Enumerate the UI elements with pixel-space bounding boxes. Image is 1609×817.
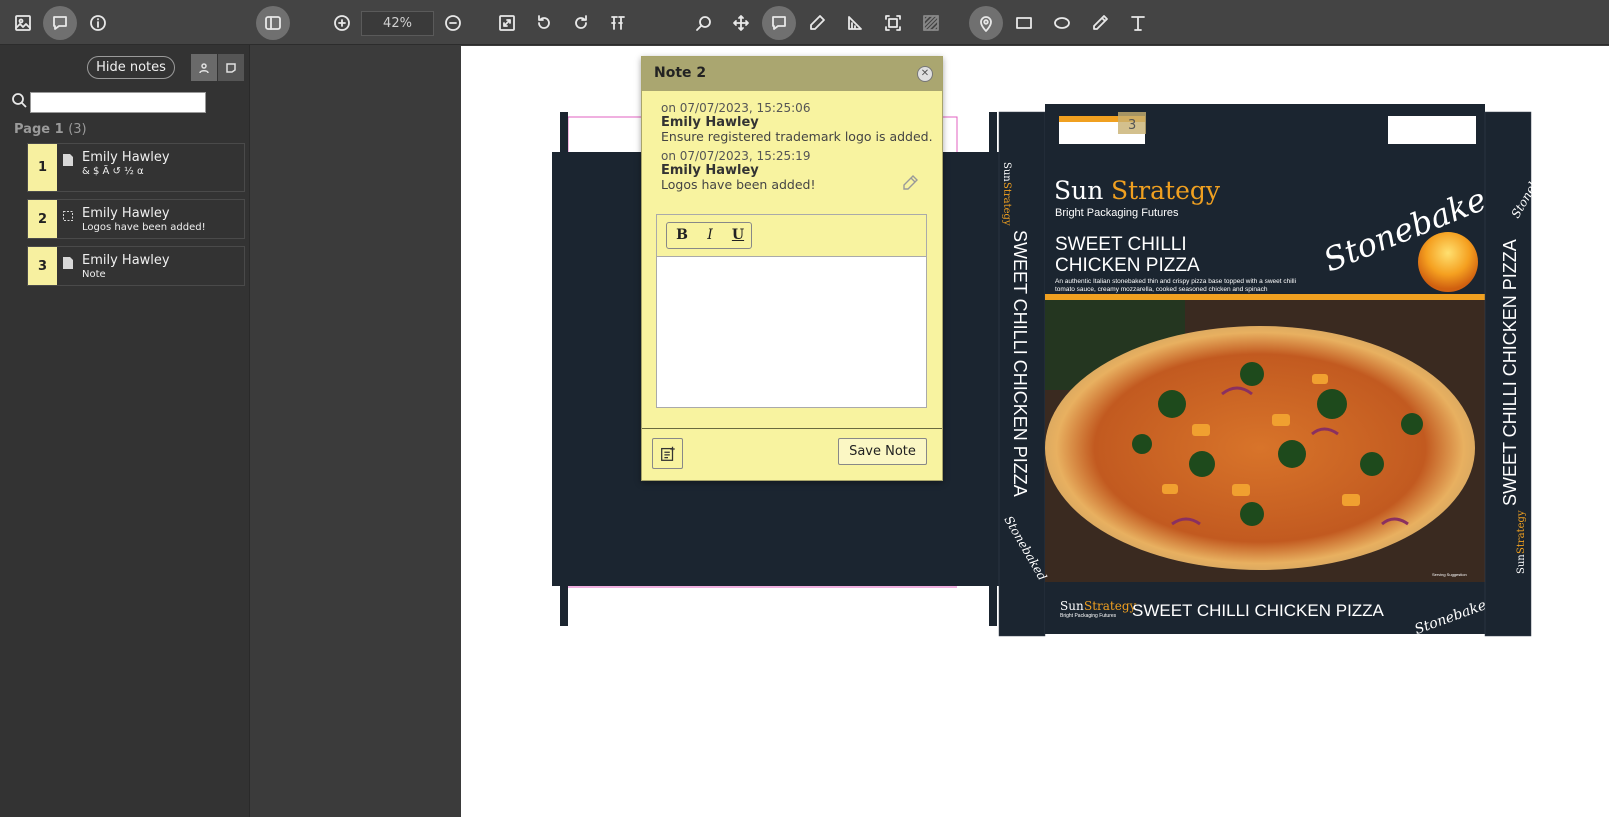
pizza-image <box>1045 326 1475 570</box>
flap-tab <box>560 112 568 152</box>
bottom-product-title: SWEET CHILLI CHICKEN PIZZA <box>1132 601 1385 620</box>
close-icon[interactable]: ✕ <box>917 66 933 82</box>
zoom-out-icon[interactable] <box>436 6 470 40</box>
rectangle-icon[interactable] <box>1007 6 1041 40</box>
info-icon[interactable] <box>81 6 115 40</box>
note-summary: Logos have been added! <box>82 222 206 233</box>
compare-icon[interactable] <box>601 6 635 40</box>
zoom-in-icon[interactable] <box>325 6 359 40</box>
flap-tab <box>560 586 568 626</box>
info-box <box>1388 116 1476 144</box>
page-group-label[interactable]: Page 1 (3) <box>14 122 87 137</box>
main-toolbar: 42% <box>0 0 1609 45</box>
note-list-item-3[interactable]: 3 Emily Hawley Note <box>27 246 245 286</box>
note-marker-number: 3 <box>1128 118 1136 133</box>
page-note-count: (3) <box>68 122 87 137</box>
filter-user-icon[interactable] <box>191 54 217 81</box>
sidebar-search-icon <box>12 93 27 108</box>
product-description-line2: tomato sauce, creamy mozzarella, cooked … <box>1055 286 1268 293</box>
brand-tagline: Bright Packaging Futures <box>1055 207 1179 219</box>
rotate-right-icon[interactable] <box>564 6 598 40</box>
side-left-product-title: SWEET CHILLI CHICKEN PIZZA <box>1010 230 1030 497</box>
product-description-line1: An authentic Italian stonebaked thin and… <box>1055 278 1296 285</box>
note-number: 3 <box>28 247 57 285</box>
orange-stripe <box>1045 294 1485 300</box>
note-summary: Note <box>82 269 106 280</box>
save-note-button[interactable]: Save Note <box>838 438 927 465</box>
sidebar-toggle-icon[interactable] <box>256 6 290 40</box>
note-list-item-2[interactable]: 2 Emily Hawley Logos have been added! <box>27 199 245 239</box>
rotate-left-icon[interactable] <box>527 6 561 40</box>
notes-search-input[interactable] <box>30 92 206 113</box>
note-number: 1 <box>28 144 57 191</box>
pan-icon[interactable] <box>724 6 758 40</box>
note-author: Emily Hawley <box>82 206 170 221</box>
flap-tab <box>989 112 997 152</box>
note-popup: Note 2 ✕ on 07/07/2023, 15:25:06 Emily H… <box>641 56 943 481</box>
note-author: Emily Hawley <box>82 253 170 268</box>
sun-logo-icon <box>1418 232 1478 292</box>
note-entry-date: on 07/07/2023, 15:25:06 <box>661 101 811 115</box>
divider <box>642 428 942 429</box>
measure-icon[interactable] <box>838 6 872 40</box>
note-entry-text: Ensure registered trademark logo is adde… <box>661 129 933 144</box>
add-note-icon <box>660 446 675 461</box>
note-entry-author: Emily Hawley <box>661 163 759 178</box>
note-summary: & $ Ã ↺ ½ α <box>82 166 144 177</box>
flap-tab <box>989 586 997 626</box>
ellipse-icon[interactable] <box>1045 6 1079 40</box>
search-icon[interactable] <box>687 6 721 40</box>
brand-strategy: Strategy <box>1111 176 1221 205</box>
note-text-area[interactable] <box>657 257 926 407</box>
edit-pencil-icon[interactable] <box>901 174 919 192</box>
note-number: 2 <box>28 200 57 238</box>
fit-page-icon[interactable] <box>490 6 524 40</box>
crop-icon[interactable] <box>876 6 910 40</box>
note-list-item-1[interactable]: 1 Emily Hawley & $ Ã ↺ ½ α <box>27 143 245 192</box>
comment-tool-icon[interactable] <box>762 6 796 40</box>
attach-note-button[interactable] <box>652 438 683 469</box>
side-left-brand-sun: Sun <box>1001 162 1012 182</box>
document-icon <box>63 257 73 269</box>
region-select-icon <box>63 211 73 221</box>
text-icon[interactable] <box>1121 6 1155 40</box>
product-title-line2: CHICKEN PIZZA <box>1055 255 1200 276</box>
side-right-brand-strategy: Strategy <box>1516 510 1527 554</box>
note-popup-header[interactable]: Note 2 ✕ <box>642 57 942 91</box>
note-entry-text: Logos have been added! <box>661 177 816 192</box>
notes-sidebar: Hide notes Page 1 (3) 1 Emily Hawley & $… <box>0 45 250 817</box>
note-entry-date: on 07/07/2023, 15:25:19 <box>661 149 811 163</box>
side-right-product-title: SWEET CHILLI CHICKEN PIZZA <box>1500 239 1520 506</box>
filter-note-icon[interactable] <box>218 54 244 81</box>
brand-sun: Sun <box>1054 176 1103 205</box>
note-editor: B I U <box>656 214 927 408</box>
bottom-brand-strategy: Strategy <box>1084 599 1137 613</box>
pencil-icon[interactable] <box>1083 6 1117 40</box>
pattern-icon[interactable] <box>914 6 948 40</box>
document-icon <box>63 154 73 166</box>
editor-toolbar: B I U <box>657 215 926 257</box>
zoom-level-input[interactable]: 42% <box>361 11 434 36</box>
pin-icon[interactable] <box>969 6 1003 40</box>
bold-button[interactable]: B <box>668 222 696 248</box>
italic-button[interactable]: I <box>696 222 724 248</box>
note-entry-author: Emily Hawley <box>661 115 759 130</box>
note-author: Emily Hawley <box>82 150 170 165</box>
image-icon[interactable] <box>6 6 40 40</box>
bottom-brand-sun: Sun <box>1060 599 1084 613</box>
comment-icon[interactable] <box>43 6 77 40</box>
product-title-line1: SWEET CHILLI <box>1055 234 1187 255</box>
underline-button[interactable]: U <box>724 222 752 248</box>
note-popup-title: Note 2 <box>654 65 707 81</box>
side-right-brand-sun: Sun <box>1516 554 1527 574</box>
pen-icon[interactable] <box>800 6 834 40</box>
side-left-brand-strategy: Strategy <box>1001 182 1012 226</box>
bottom-tagline: Bright Packaging Futures <box>1060 613 1117 619</box>
hide-notes-button[interactable]: Hide notes <box>87 56 175 79</box>
serving-suggestion: Serving Suggestion <box>1432 572 1467 577</box>
